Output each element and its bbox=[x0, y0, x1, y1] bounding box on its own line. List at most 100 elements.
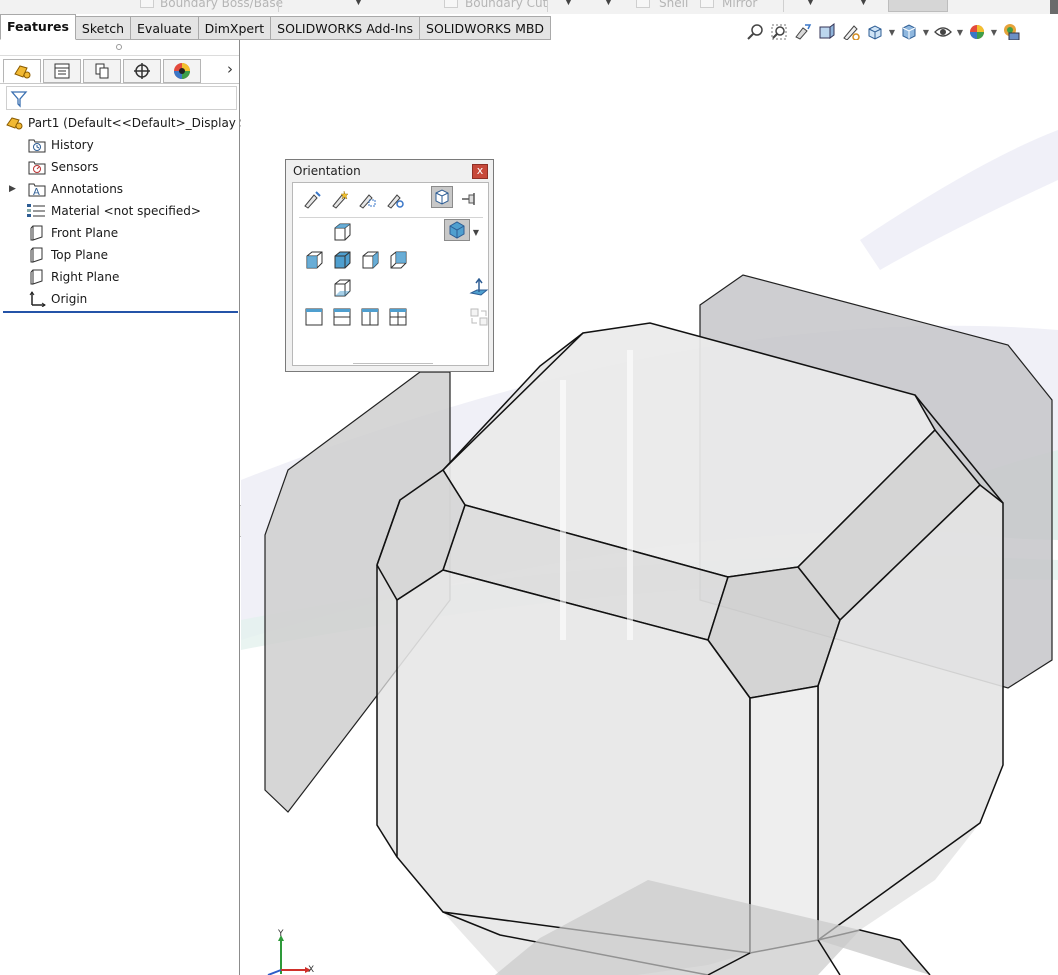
svg-text:A: A bbox=[33, 187, 40, 197]
command-manager-tabs: Features Sketch Evaluate DimXpert SOLIDW… bbox=[0, 14, 552, 40]
feature-tree: Part1 (Default<<Default>_Display State H… bbox=[0, 112, 272, 310]
chevron-down-icon[interactable]: ▼ bbox=[888, 28, 896, 37]
top-view-icon[interactable] bbox=[331, 221, 353, 243]
tree-item-label: History bbox=[51, 138, 94, 152]
two-view-vertical-icon[interactable] bbox=[359, 306, 381, 328]
plane-icon bbox=[28, 247, 46, 263]
tree-item-top-plane[interactable]: Top Plane bbox=[0, 244, 240, 266]
filter-icon bbox=[10, 91, 28, 108]
new-view-icon[interactable] bbox=[301, 188, 323, 210]
mirror-icon bbox=[700, 0, 714, 8]
tab-sketch[interactable]: Sketch bbox=[75, 16, 132, 40]
front-view-icon[interactable] bbox=[331, 249, 353, 271]
display-manager-icon[interactable] bbox=[163, 59, 201, 83]
property-manager-icon[interactable] bbox=[43, 59, 81, 83]
part-icon bbox=[5, 115, 23, 131]
two-view-horizontal-icon[interactable] bbox=[331, 306, 353, 328]
update-standard-views-icon[interactable] bbox=[329, 188, 351, 210]
tab-dimxpert[interactable]: DimXpert bbox=[198, 16, 272, 40]
expand-arrow-icon[interactable]: ▶ bbox=[9, 178, 16, 200]
mirror-label[interactable]: Mirror bbox=[722, 0, 757, 10]
feature-manager-panel: › Part1 (Default<<Default>_Display State… bbox=[0, 40, 272, 975]
tree-item-label: Front Plane bbox=[51, 226, 119, 240]
dimxpert-manager-icon[interactable] bbox=[123, 59, 161, 83]
chevron-down-icon[interactable]: ▼ bbox=[990, 28, 998, 37]
shell-label[interactable]: Shell bbox=[659, 0, 688, 10]
tree-item-label: Annotations bbox=[51, 182, 124, 196]
reference-triad: Y X bbox=[262, 928, 322, 975]
isometric-view-icon[interactable] bbox=[444, 219, 470, 241]
annotations-folder-icon: A bbox=[28, 181, 46, 198]
triad-x-label: X bbox=[308, 965, 314, 975]
tree-item-annotations[interactable]: ▶ A Annotations bbox=[0, 178, 240, 200]
tree-item-label: Top Plane bbox=[51, 248, 108, 262]
boundary-boss-label[interactable]: Boundary Boss/Base bbox=[160, 0, 283, 10]
tree-item-part1[interactable]: Part1 (Default<<Default>_Display State bbox=[0, 112, 272, 134]
reset-standard-views-icon[interactable] bbox=[356, 188, 378, 210]
link-views-icon[interactable] bbox=[384, 188, 406, 210]
normal-to-icon[interactable] bbox=[468, 277, 490, 299]
tab-solidworks-add-ins[interactable]: SOLIDWORKS Add-Ins bbox=[271, 16, 421, 40]
close-button[interactable]: x bbox=[472, 164, 488, 179]
chevron-down-icon[interactable]: ▼ bbox=[471, 221, 481, 243]
ribbon-button[interactable] bbox=[888, 0, 948, 12]
chevron-down-icon[interactable]: ▼ bbox=[956, 28, 964, 37]
chevron-down-icon[interactable]: ▼ bbox=[565, 0, 572, 7]
tab-solidworks-mbd[interactable]: SOLIDWORKS MBD bbox=[420, 16, 552, 40]
feature-manager-tabs: › bbox=[0, 56, 239, 84]
tree-item-origin[interactable]: Origin bbox=[0, 288, 240, 310]
chevron-down-icon[interactable]: ▼ bbox=[605, 0, 612, 7]
ribbon-divider bbox=[278, 0, 279, 12]
dialog-divider bbox=[299, 217, 483, 218]
back-view-icon[interactable] bbox=[387, 249, 409, 271]
bottom-view-icon[interactable] bbox=[331, 277, 353, 299]
tree-item-right-plane[interactable]: Right Plane bbox=[0, 266, 240, 288]
configuration-manager-icon[interactable] bbox=[83, 59, 121, 83]
ribbon-divider bbox=[783, 0, 784, 12]
chevron-down-icon[interactable]: ▼ bbox=[355, 0, 362, 7]
ribbon-divider bbox=[547, 0, 548, 12]
boundary-cut-icon bbox=[444, 0, 458, 8]
orientation-dialog-title: Orientation bbox=[293, 164, 361, 178]
triad-y-label: Y bbox=[277, 929, 284, 939]
chevron-right-icon[interactable]: › bbox=[227, 60, 233, 78]
chevron-down-icon[interactable]: ▼ bbox=[807, 0, 814, 7]
splitter-grip-icon bbox=[116, 44, 122, 50]
right-view-icon[interactable] bbox=[359, 249, 381, 271]
tree-item-material[interactable]: Material <not specified> bbox=[0, 200, 240, 222]
pin-dialog-icon[interactable] bbox=[458, 188, 480, 210]
orientation-dialog: Orientation x ▼ bbox=[285, 159, 494, 372]
plane-icon bbox=[28, 225, 46, 241]
tree-item-label: Right Plane bbox=[51, 270, 120, 284]
tab-features[interactable]: Features bbox=[0, 14, 76, 40]
tree-item-front-plane[interactable]: Front Plane bbox=[0, 222, 240, 244]
shell-icon bbox=[636, 0, 650, 8]
ribbon-top-strip: Boundary Boss/Base ▼ Boundary Cut ▼ ▼ Sh… bbox=[0, 0, 1058, 14]
history-folder-icon bbox=[28, 137, 46, 153]
rollback-bar[interactable] bbox=[3, 311, 238, 313]
chevron-down-icon[interactable]: ▼ bbox=[860, 0, 867, 7]
single-view-icon[interactable] bbox=[303, 306, 325, 328]
chevron-down-icon[interactable]: ▼ bbox=[922, 28, 930, 37]
feature-manager-icon[interactable] bbox=[3, 59, 41, 83]
panel-splitter[interactable] bbox=[0, 40, 239, 56]
left-view-icon[interactable] bbox=[303, 249, 325, 271]
link-views-disabled-icon bbox=[468, 306, 490, 328]
boundary-boss-icon bbox=[140, 0, 154, 8]
tree-item-label: Origin bbox=[51, 292, 88, 306]
ribbon-edge bbox=[1050, 0, 1058, 14]
origin-icon bbox=[28, 291, 46, 308]
tree-item-label: Part1 (Default<<Default>_Display State bbox=[28, 116, 272, 130]
view-selector-icon[interactable] bbox=[431, 186, 453, 208]
four-view-icon[interactable] bbox=[387, 306, 409, 328]
tree-item-label: Material <not specified> bbox=[51, 204, 201, 218]
dialog-resize-grip[interactable] bbox=[353, 363, 433, 366]
plane-icon bbox=[28, 269, 46, 285]
tree-item-sensors[interactable]: Sensors bbox=[0, 156, 240, 178]
tree-filter-input[interactable] bbox=[6, 86, 237, 110]
material-icon bbox=[26, 203, 45, 219]
tab-evaluate[interactable]: Evaluate bbox=[131, 16, 199, 40]
boundary-cut-label[interactable]: Boundary Cut bbox=[465, 0, 547, 10]
orientation-panel: ▼ bbox=[292, 182, 489, 366]
tree-item-history[interactable]: History bbox=[0, 134, 240, 156]
